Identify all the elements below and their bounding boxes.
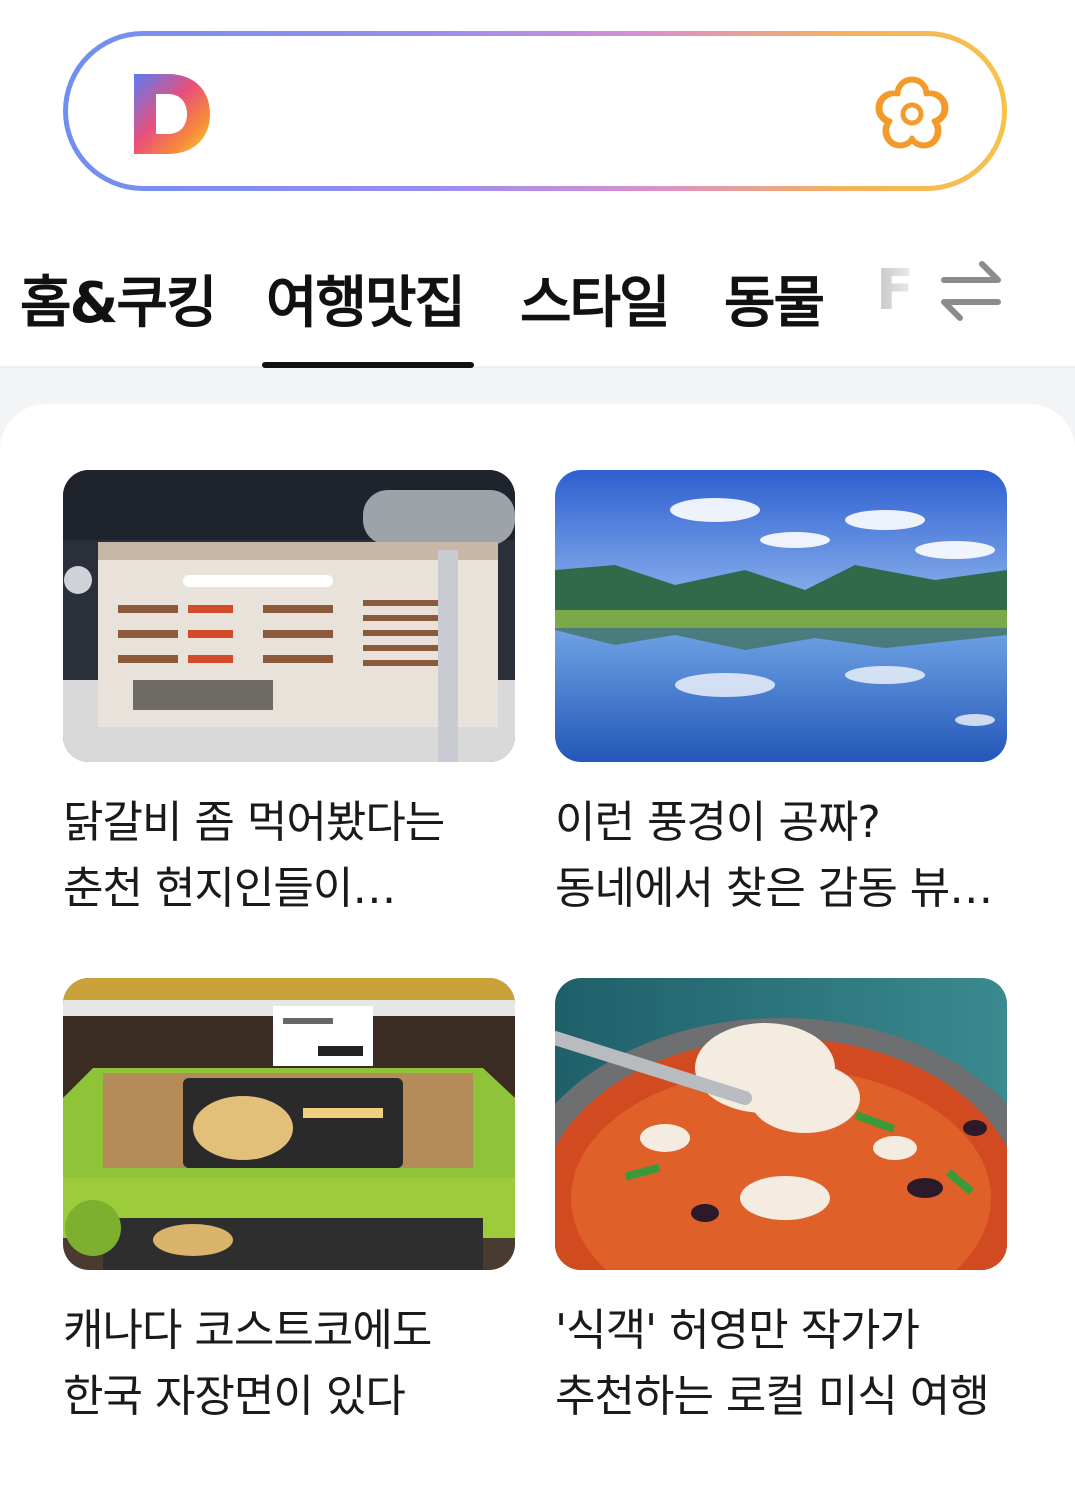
tab-home-cooking[interactable]: 홈&쿠킹 [20, 258, 217, 339]
search-bar[interactable] [63, 31, 1007, 191]
article-card[interactable]: 캐나다 코스트코에도 한국 자장면이 있다 [63, 978, 515, 1430]
app-screen: 홈&쿠킹 여행맛집 스타일 동물 F [0, 0, 1075, 1498]
article-card[interactable]: 이런 풍경이 공짜? 동네에서 찾은 감동 뷰 여행지 [555, 470, 1007, 922]
article-thumbnail [63, 978, 515, 1270]
flower-icon[interactable] [872, 74, 952, 154]
article-thumbnail [555, 978, 1007, 1270]
article-thumbnail [555, 470, 1007, 762]
article-title[interactable]: 닭갈비 좀 먹어봤다는 춘천 현지인들이 방문하는 닭갈비 맛집 [63, 790, 515, 922]
article-title[interactable]: 이런 풍경이 공짜? 동네에서 찾은 감동 뷰 여행지 [555, 790, 1007, 922]
article-title[interactable]: '식객' 허영만 작가가 추천하는 로컬 미식 여행 [555, 1298, 1007, 1430]
article-card[interactable]: '식객' 허영만 작가가 추천하는 로컬 미식 여행 [555, 978, 1007, 1430]
tab-animals[interactable]: 동물 [724, 258, 825, 339]
tab-travel-food[interactable]: 여행맛집 [266, 258, 466, 339]
article-title[interactable]: 캐나다 코스트코에도 한국 자장면이 있다 [63, 1298, 515, 1430]
tab-style[interactable]: 스타일 [520, 258, 671, 339]
article-card[interactable]: 닭갈비 좀 먹어봤다는 춘천 현지인들이 방문하는 닭갈비 맛집 [63, 470, 515, 922]
search-input[interactable] [68, 36, 1002, 186]
article-thumbnail [63, 470, 515, 762]
swap-arrows-icon[interactable] [938, 256, 1004, 326]
category-tabs: 홈&쿠킹 여행맛집 스타일 동물 F [0, 220, 1075, 368]
daum-logo-icon[interactable] [132, 72, 212, 156]
